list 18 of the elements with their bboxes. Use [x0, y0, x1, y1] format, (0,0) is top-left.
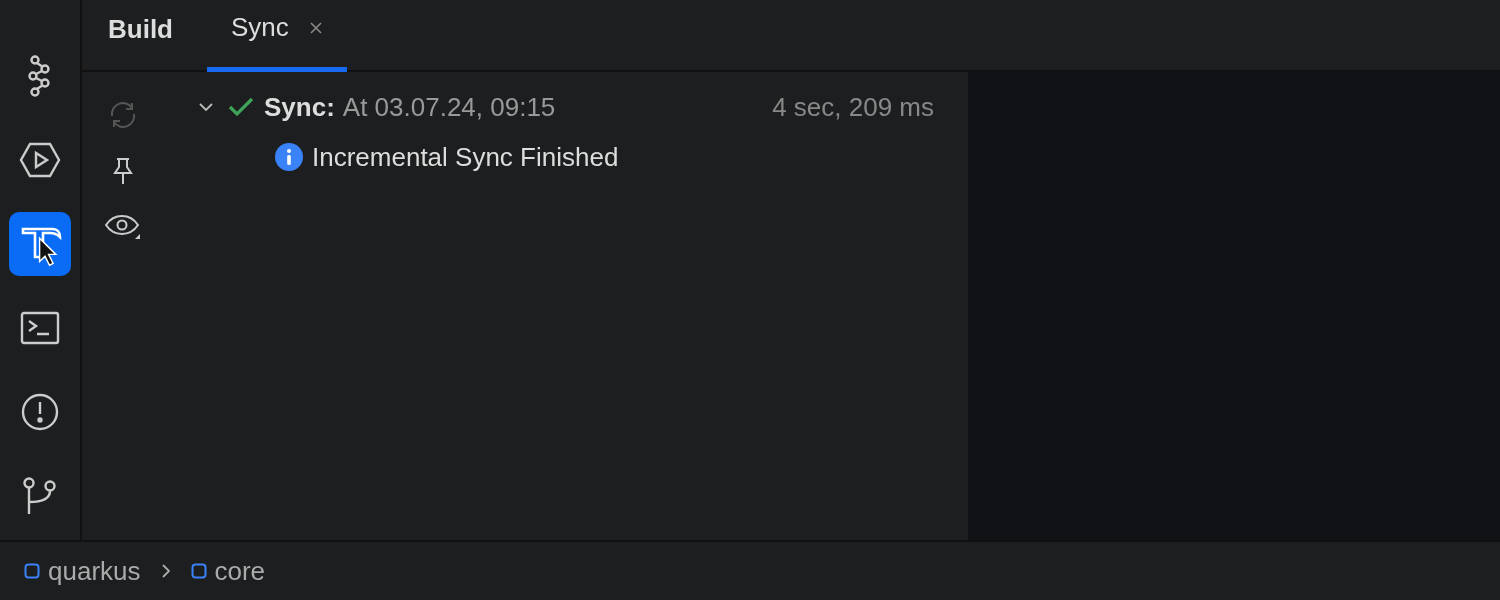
warning-icon	[20, 392, 60, 432]
build-tool-button[interactable]	[9, 212, 71, 276]
message-text[interactable]: Incremental Sync Finished	[312, 141, 619, 173]
branch-icon	[22, 476, 58, 516]
run-icon	[19, 142, 61, 178]
breadcrumb[interactable]: core	[190, 555, 266, 587]
info-icon	[274, 142, 304, 172]
module-icon	[190, 563, 207, 579]
terminal-icon	[20, 311, 60, 345]
tab[interactable]: Sync	[207, 0, 347, 72]
breadcrumb[interactable]: quarkus	[24, 555, 141, 587]
module-icon	[24, 563, 40, 579]
panel-title: Build	[108, 13, 173, 45]
check-icon	[228, 97, 254, 117]
close-icon[interactable]	[308, 20, 323, 35]
duration: 4 sec, 209 ms	[772, 91, 934, 123]
sync-label: Sync:	[264, 91, 335, 123]
sync-time: At 03.07.24, 09:15	[342, 91, 556, 123]
